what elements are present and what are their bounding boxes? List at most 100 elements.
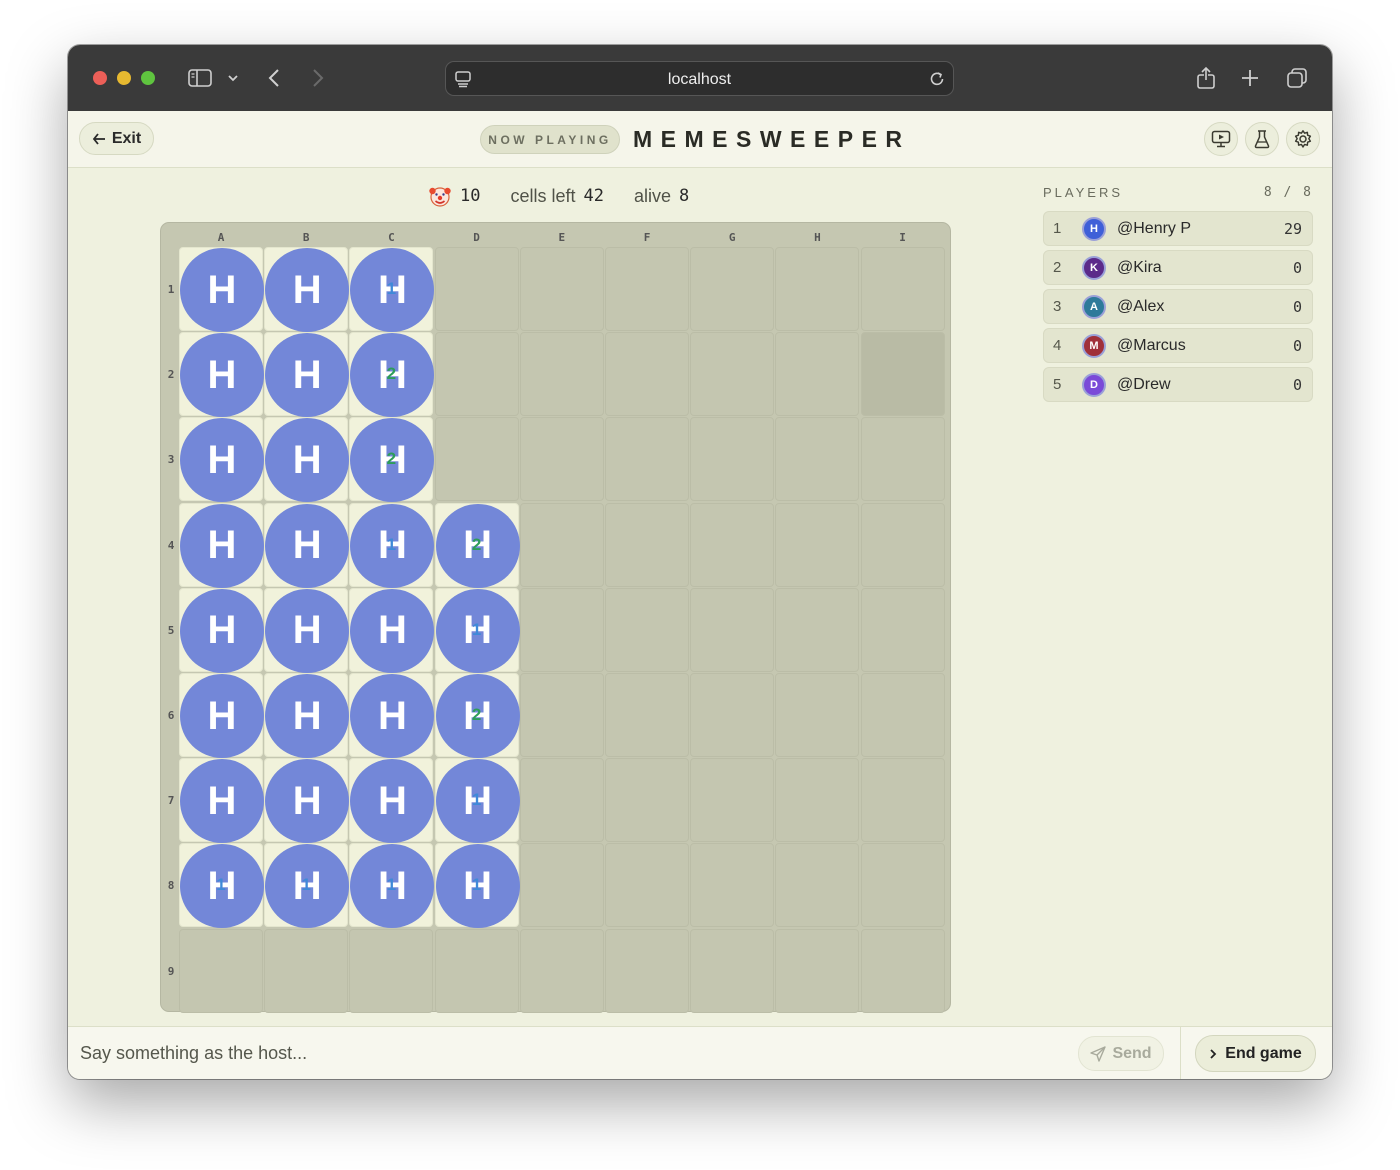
hidden-cell[interactable] xyxy=(860,928,945,1013)
player-row[interactable]: 1 H @Henry P 29 xyxy=(1043,211,1313,246)
hidden-cell[interactable] xyxy=(860,843,945,928)
revealed-cell[interactable]: H xyxy=(264,758,350,844)
hidden-cell[interactable] xyxy=(605,587,689,672)
revealed-cell[interactable]: H xyxy=(179,417,264,503)
hidden-cell[interactable] xyxy=(519,673,604,757)
end-game-button[interactable]: End game xyxy=(1195,1035,1316,1072)
revealed-cell[interactable]: H xyxy=(179,758,264,844)
revealed-cell[interactable]: H xyxy=(179,587,264,673)
hidden-cell[interactable] xyxy=(860,502,945,587)
hidden-cell[interactable] xyxy=(690,417,775,502)
hidden-cell[interactable] xyxy=(775,843,860,928)
revealed-cell[interactable]: H2 xyxy=(434,502,520,588)
hidden-cell[interactable] xyxy=(775,332,860,417)
revealed-cell[interactable]: H xyxy=(349,758,435,844)
hidden-cell[interactable] xyxy=(690,928,775,1013)
send-button[interactable]: Send xyxy=(1078,1036,1164,1071)
sidebar-toggle-icon[interactable] xyxy=(187,67,213,89)
revealed-cell[interactable]: H xyxy=(264,502,350,588)
hidden-cell[interactable] xyxy=(690,587,775,672)
screen-share-button[interactable] xyxy=(1204,122,1238,156)
player-row[interactable]: 3 A @Alex 0 xyxy=(1043,289,1313,324)
revealed-cell[interactable]: H1 xyxy=(349,247,435,332)
revealed-cell[interactable]: H2 xyxy=(349,332,435,418)
hidden-cell[interactable] xyxy=(860,673,945,757)
hidden-cell[interactable] xyxy=(860,417,945,502)
hidden-cell[interactable] xyxy=(519,758,604,843)
hidden-cell[interactable] xyxy=(519,332,604,417)
hidden-cell[interactable] xyxy=(605,332,689,417)
hidden-cell[interactable] xyxy=(605,417,689,502)
hidden-cell[interactable] xyxy=(690,332,775,417)
player-row[interactable]: 2 K @Kira 0 xyxy=(1043,250,1313,285)
revealed-cell[interactable]: H1 xyxy=(264,843,350,929)
chat-input[interactable] xyxy=(80,1035,1060,1071)
revealed-cell[interactable]: H1 xyxy=(434,587,520,673)
hidden-cell[interactable] xyxy=(775,758,860,843)
hidden-cell[interactable] xyxy=(519,928,604,1013)
hidden-cell[interactable] xyxy=(690,247,775,331)
hidden-cell[interactable] xyxy=(349,928,434,1013)
revealed-cell[interactable]: H xyxy=(179,502,264,588)
hidden-cell[interactable] xyxy=(690,673,775,757)
player-row[interactable]: 4 M @Marcus 0 xyxy=(1043,328,1313,363)
new-tab-icon[interactable] xyxy=(1239,67,1261,89)
revealed-cell[interactable]: H1 xyxy=(179,843,264,929)
hidden-cell[interactable] xyxy=(519,843,604,928)
hidden-cell[interactable] xyxy=(605,673,689,757)
hidden-cell[interactable] xyxy=(519,502,604,587)
hidden-cell[interactable] xyxy=(519,417,604,502)
revealed-cell[interactable]: H xyxy=(179,247,264,332)
hidden-cell[interactable] xyxy=(179,928,263,1013)
share-icon[interactable] xyxy=(1195,66,1217,89)
revealed-cell[interactable]: H1 xyxy=(349,843,435,929)
revealed-cell[interactable]: H xyxy=(264,332,350,418)
hidden-cell[interactable] xyxy=(775,502,860,587)
hidden-cell[interactable] xyxy=(690,758,775,843)
hidden-cell[interactable] xyxy=(519,247,604,331)
maximize-window-button[interactable] xyxy=(141,71,155,85)
hidden-cell[interactable] xyxy=(860,758,945,843)
revealed-cell[interactable]: H xyxy=(264,587,350,673)
hidden-cell[interactable] xyxy=(605,502,689,587)
revealed-cell[interactable]: H xyxy=(264,417,350,503)
revealed-cell[interactable]: H xyxy=(179,332,264,418)
revealed-cell[interactable]: H xyxy=(349,673,435,758)
hidden-cell[interactable] xyxy=(605,758,689,843)
close-window-button[interactable] xyxy=(93,71,107,85)
back-arrow-icon[interactable] xyxy=(266,67,282,89)
forward-arrow-icon[interactable] xyxy=(310,67,326,89)
tab-overview-icon[interactable] xyxy=(1285,67,1309,89)
player-row[interactable]: 5 D @Drew 0 xyxy=(1043,367,1313,402)
hidden-cell[interactable] xyxy=(690,502,775,587)
hidden-cell[interactable] xyxy=(690,843,775,928)
minimize-window-button[interactable] xyxy=(117,71,131,85)
hidden-cell[interactable] xyxy=(775,587,860,672)
hidden-cell[interactable] xyxy=(775,928,860,1013)
hidden-cell[interactable] xyxy=(264,928,349,1013)
revealed-cell[interactable]: H2 xyxy=(349,417,435,503)
hidden-cell[interactable] xyxy=(860,587,945,672)
settings-button[interactable] xyxy=(1286,122,1320,156)
revealed-cell[interactable]: H1 xyxy=(349,502,435,588)
revealed-cell[interactable]: H xyxy=(264,247,350,332)
revealed-cell[interactable]: H2 xyxy=(434,673,520,758)
address-bar[interactable]: localhost xyxy=(445,61,954,96)
hidden-cell[interactable] xyxy=(860,247,945,331)
hidden-cell[interactable] xyxy=(434,928,519,1013)
lab-button[interactable] xyxy=(1245,122,1279,156)
hidden-cell[interactable] xyxy=(775,247,860,331)
revealed-cell[interactable]: H xyxy=(264,673,350,758)
hidden-cell[interactable] xyxy=(605,928,689,1013)
chevron-down-icon[interactable] xyxy=(226,67,240,89)
hidden-cell[interactable] xyxy=(434,247,519,331)
reload-icon[interactable] xyxy=(927,68,947,90)
hidden-cell[interactable] xyxy=(860,332,945,417)
hidden-cell[interactable] xyxy=(775,673,860,757)
hidden-cell[interactable] xyxy=(605,843,689,928)
hidden-cell[interactable] xyxy=(434,332,519,417)
revealed-cell[interactable]: H1 xyxy=(434,758,520,844)
hidden-cell[interactable] xyxy=(605,247,689,331)
revealed-cell[interactable]: H xyxy=(349,587,435,673)
exit-button[interactable]: Exit xyxy=(79,122,154,155)
